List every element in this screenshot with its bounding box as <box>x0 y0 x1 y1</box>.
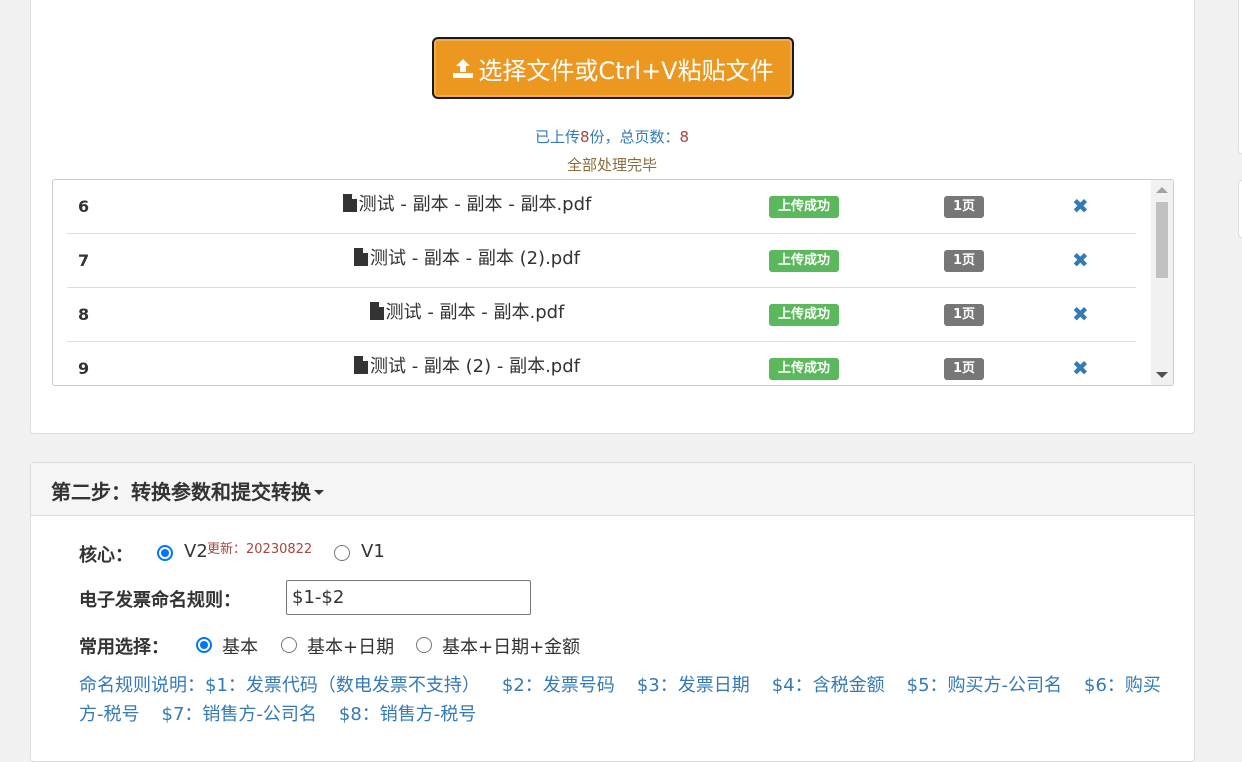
total-pages: 8 <box>679 128 690 146</box>
select-file-button[interactable]: 选择文件或Ctrl+V粘贴文件 <box>432 37 794 99</box>
help-item: $4：含税金额 <box>771 675 885 696</box>
file-row: 7 测试 - 副本 - 副本 (2).pdf 上传成功 1页 ✖ <box>67 234 1136 288</box>
adjacent-panel-top <box>1238 0 1242 154</box>
caret-down-icon <box>314 490 324 495</box>
preset-basic-radio[interactable] <box>196 637 212 653</box>
help-item: $8：销售方-税号 <box>338 704 477 725</box>
upload-stats: 已上传8份，总页数：8 <box>0 126 1224 147</box>
upload-success-badge: 上传成功 <box>769 304 840 326</box>
naming-rule-input[interactable]: $1-$2 <box>286 580 531 615</box>
file-list[interactable]: 6 测试 - 副本 - 副本 - 副本.pdf 上传成功 1页 ✖ 7 测试 -… <box>52 179 1174 386</box>
common-choice-label: 常用选择： <box>79 637 169 658</box>
naming-rule-help: 命名规则说明：$1：发票代码（数电发票不支持） $2：发票号码 $3：发票日期 $4：… <box>79 671 1164 729</box>
file-index: 7 <box>78 251 90 270</box>
core-v2-label: V2 <box>184 541 208 562</box>
file-name-text: 测试 - 副本 - 副本 - 副本.pdf <box>358 194 592 215</box>
page-count-badge: 1页 <box>944 196 984 218</box>
scroll-down-arrow-icon[interactable] <box>1156 372 1168 378</box>
page-count-badge: 1页 <box>944 358 984 380</box>
page-count-badge: 1页 <box>944 304 984 326</box>
core-v1-label: V1 <box>361 541 385 562</box>
naming-rule-label: 电子发票命名规则： <box>79 590 241 611</box>
upload-success-badge: 上传成功 <box>769 196 840 218</box>
file-icon <box>353 356 368 374</box>
preset-basic-date-amount-radio[interactable] <box>416 637 432 653</box>
scrollbar-thumb[interactable] <box>1156 202 1168 278</box>
adjacent-panel-bottom <box>1238 180 1242 238</box>
stats-prefix: 已上传 <box>534 128 580 146</box>
remove-icon[interactable]: ✖ <box>1072 194 1089 218</box>
file-index: 8 <box>78 305 90 324</box>
core-v1-radio[interactable] <box>334 545 350 561</box>
preset-basic-date-radio[interactable] <box>281 637 297 653</box>
file-index: 6 <box>78 197 90 216</box>
file-icon <box>353 248 368 266</box>
help-item: $2：发票号码 <box>501 675 615 696</box>
step2-header[interactable]: 第二步：转换参数和提交转换 <box>31 463 1194 516</box>
help-item: $5：购买方-公司名 <box>906 675 1063 696</box>
step2-title-text: 第二步：转换参数和提交转换 <box>51 480 311 504</box>
file-name: 测试 - 副本 (2) - 副本.pdf <box>267 342 667 385</box>
stats-mid: 份，总页数： <box>589 128 680 146</box>
file-name-text: 测试 - 副本 - 副本 (2).pdf <box>369 248 580 269</box>
file-icon <box>342 194 357 212</box>
file-name: 测试 - 副本 - 副本 - 副本.pdf <box>267 180 667 230</box>
file-name-text: 测试 - 副本 - 副本.pdf <box>385 302 565 323</box>
help-item: $7：销售方-公司名 <box>161 704 317 725</box>
remove-icon[interactable]: ✖ <box>1072 302 1089 326</box>
help-item: $3：发票日期 <box>636 675 750 696</box>
file-row: 9 测试 - 副本 (2) - 副本.pdf 上传成功 1页 ✖ <box>67 342 1136 385</box>
help-item: 命名规则说明：$1：发票代码（数电发票不支持） <box>79 675 480 696</box>
file-name: 测试 - 副本 - 副本 (2).pdf <box>267 234 667 284</box>
preset-basic-date-label: 基本+日期 <box>307 637 395 658</box>
scroll-up-arrow-icon[interactable] <box>1156 187 1168 193</box>
core-v2-update-note: 更新：20230822 <box>207 542 313 557</box>
upload-success-badge: 上传成功 <box>769 250 840 272</box>
remove-icon[interactable]: ✖ <box>1072 356 1089 380</box>
file-name: 测试 - 副本 - 副本.pdf <box>267 288 667 338</box>
upload-success-badge: 上传成功 <box>769 358 840 380</box>
preset-basic-date-amount-label: 基本+日期+金额 <box>442 637 581 658</box>
file-icon <box>369 302 384 320</box>
remove-icon[interactable]: ✖ <box>1072 248 1089 272</box>
file-row: 8 测试 - 副本 - 副本.pdf 上传成功 1页 ✖ <box>67 288 1136 342</box>
file-list-scrollbar[interactable] <box>1151 180 1173 385</box>
upload-icon <box>453 59 474 78</box>
file-index: 9 <box>78 359 90 378</box>
step2-title: 第二步：转换参数和提交转换 <box>51 476 324 505</box>
preset-basic-label: 基本 <box>222 637 258 658</box>
page-count-badge: 1页 <box>944 250 984 272</box>
file-name-text: 测试 - 副本 (2) - 副本.pdf <box>369 356 580 377</box>
file-row: 6 测试 - 副本 - 副本 - 副本.pdf 上传成功 1页 ✖ <box>67 180 1136 234</box>
processing-status: 全部处理完毕 <box>566 156 657 174</box>
select-file-button-label: 选择文件或Ctrl+V粘贴文件 <box>478 56 774 85</box>
core-v2-radio[interactable] <box>157 545 173 561</box>
uploaded-count: 8 <box>579 128 590 146</box>
core-label: 核心： <box>79 545 133 566</box>
